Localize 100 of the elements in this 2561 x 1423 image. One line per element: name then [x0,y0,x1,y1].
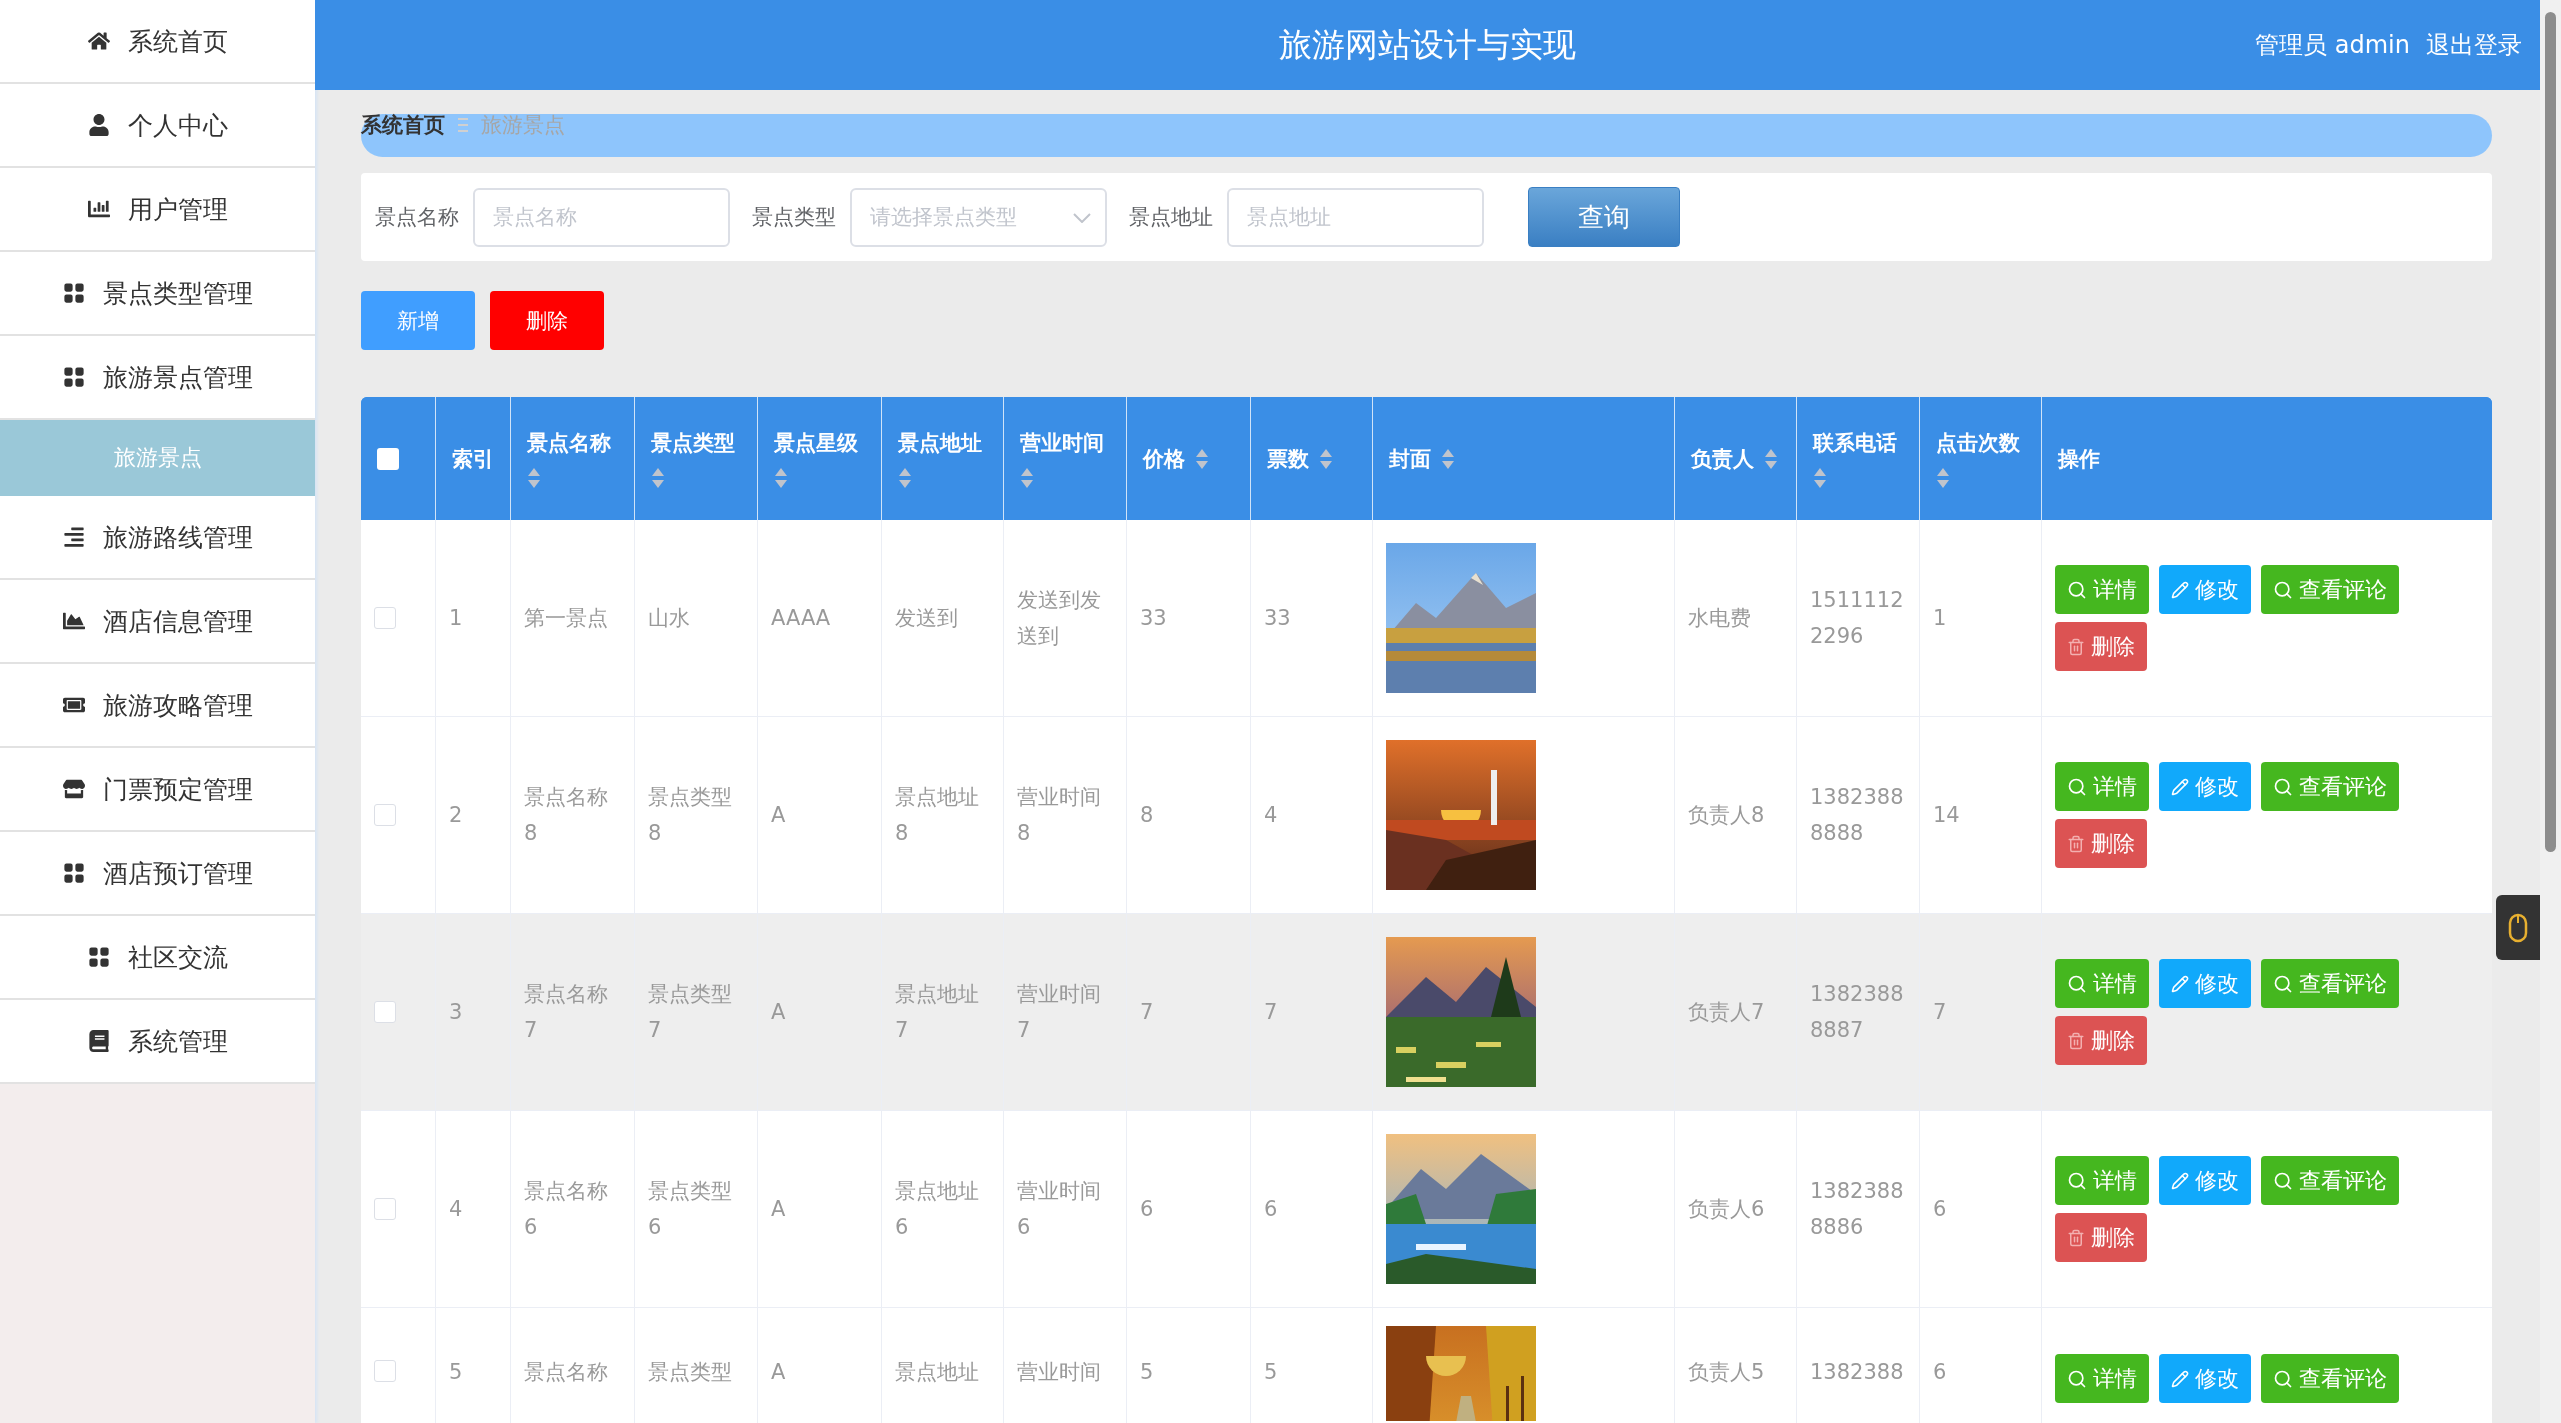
field-label: 景点类型 [752,204,836,231]
delete-button[interactable]: 删除 [2055,1016,2147,1065]
table-cell-text: 13823888888 [1810,784,1905,847]
edit-button[interactable]: 修改 [2159,565,2251,614]
sort-icon[interactable] [527,466,541,489]
detail-button[interactable]: 详情 [2055,762,2149,811]
table-cell-text: 13823888887 [1810,981,1905,1044]
sort-icon[interactable] [1020,466,1034,489]
table-cell-text: 景点类型6 [648,1178,733,1241]
table-cell-text: 33 [1264,605,1291,632]
search-icon [2067,1368,2087,1389]
sort-icon[interactable] [1319,447,1333,470]
sidebar-item[interactable]: 系统管理 [0,1000,315,1084]
table-cell-text: 营业时间8 [1017,784,1102,847]
input-field[interactable]: 景点名称 [473,187,730,247]
search-icon [2273,776,2293,797]
search-icon [2273,1170,2293,1191]
sort-icon[interactable] [1195,447,1209,470]
sidebar-item[interactable]: 酒店信息管理 [0,580,315,664]
search-icon [2067,776,2087,797]
delete-button[interactable]: 删除 [2055,1213,2147,1262]
column-header: 价格 [1143,445,1185,473]
search-icon [2067,973,2087,994]
detail-button[interactable]: 查看评论 [2261,565,2399,614]
table-cell-text: 营业时间6 [1017,1178,1102,1241]
checkbox[interactable] [374,607,396,629]
column-header: 票数 [1267,445,1309,473]
sidebar-item[interactable]: 酒店预订管理 [0,832,315,916]
sidebar-item[interactable]: 旅游景点管理 [0,336,315,420]
table-cell-text: 7 [1264,999,1278,1026]
checkbox[interactable] [377,447,399,470]
sort-icon[interactable] [651,466,665,489]
select-field[interactable]: 请选择景点类型 [850,187,1107,247]
sort-icon[interactable] [1936,466,1950,489]
table-cell-text: 7 [1933,999,1947,1026]
checkbox[interactable] [374,1360,396,1382]
detail-button[interactable]: 详情 [2055,1156,2149,1205]
table-cell-text: A [771,999,786,1026]
edit-button[interactable]: 修改 [2159,1156,2251,1205]
sidebar-item[interactable]: 系统首页 [0,0,315,84]
table-cell-text: 1382388 [1810,1359,1904,1386]
table-cell-text: 景点名称8 [524,784,609,847]
table-cell-text: 景点地址7 [895,981,980,1044]
table-cell-text: 景点名称7 [524,981,609,1044]
user-name: 管理员 admin [2255,30,2410,61]
table-cell-text: 景点类型7 [648,981,733,1044]
column-header: 营业时间 [1020,429,1104,457]
edit-button[interactable]: 修改 [2159,1354,2251,1403]
checkbox[interactable] [374,804,396,826]
detail-button[interactable]: 查看评论 [2261,959,2399,1008]
sort-icon[interactable] [1813,466,1827,489]
detail-button[interactable]: 查看评论 [2261,1354,2399,1403]
sidebar-item[interactable]: 景点类型管理 [0,252,315,336]
sidebar-subitem[interactable]: 旅游景点 [0,420,315,496]
checkbox[interactable] [374,1001,396,1023]
detail-button[interactable]: 详情 [2055,1354,2149,1403]
sidebar-item[interactable]: 旅游攻略管理 [0,664,315,748]
sidebar-item[interactable]: 用户管理 [0,168,315,252]
sidebar-item[interactable]: 社区交流 [0,916,315,1000]
add-button[interactable]: 新增 [361,291,475,350]
separator-icon [457,117,469,133]
scrollbar-drawing[interactable] [2540,0,2561,1423]
delete-button[interactable]: 删除 [2055,819,2147,868]
table-cell-text: 33 [1140,605,1167,632]
table-cell-text: A [771,802,786,829]
column-header: 索引 [452,445,494,473]
sidebar-item[interactable]: 个人中心 [0,84,315,168]
query-button[interactable]: 查询 [1528,187,1680,247]
sidebar-item[interactable]: 门票预定管理 [0,748,315,832]
sort-icon[interactable] [1441,447,1455,470]
sort-icon[interactable] [774,466,788,489]
breadcrumb-link[interactable]: 系统首页 [361,114,445,136]
table-cell-text: 4 [1264,802,1278,829]
table-cell-text: 景点地址6 [895,1178,980,1241]
detail-button[interactable]: 查看评论 [2261,762,2399,811]
edit-button[interactable]: 修改 [2159,762,2251,811]
table-cell-text: AAAA [771,605,831,632]
bar-chart-icon [87,198,110,220]
pencil-icon [2171,1171,2189,1190]
delete-button[interactable]: 删除 [2055,622,2147,671]
column-header: 景点星级 [774,429,858,457]
detail-button[interactable]: 详情 [2055,565,2149,614]
grid-icon [62,862,85,884]
logout-link[interactable]: 退出登录 [2426,29,2522,61]
detail-button[interactable]: 查看评论 [2261,1156,2399,1205]
delete-button[interactable]: 删除 [490,291,604,350]
input-field[interactable]: 景点地址 [1227,187,1484,247]
table-cell-text: 发送到 [895,605,958,632]
detail-button[interactable]: 详情 [2055,959,2149,1008]
column-header: 操作 [2058,445,2100,473]
sort-icon[interactable] [1764,447,1778,470]
user-icon [87,114,110,136]
sidebar-item[interactable]: 旅游路线管理 [0,496,315,580]
sort-icon[interactable] [898,466,912,489]
column-header: 景点名称 [527,429,611,457]
checkbox[interactable] [374,1198,396,1220]
edit-button[interactable]: 修改 [2159,959,2251,1008]
table-cell-text: 负责人7 [1688,999,1765,1026]
floating-button[interactable] [2496,895,2540,960]
table-cell-text: 景点类型 [648,1359,732,1386]
